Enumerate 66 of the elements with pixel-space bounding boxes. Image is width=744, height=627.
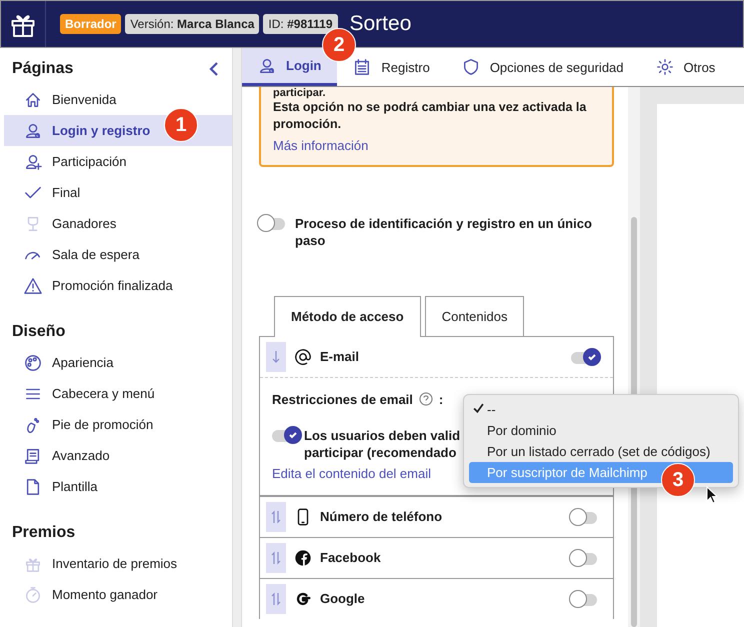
method-label: Número de teléfono xyxy=(320,509,444,524)
status-badge: Borrador xyxy=(60,14,122,34)
scroll-icon xyxy=(24,446,42,464)
warning-text: Esta opción no se podrá cambiar una vez activada la promoción. xyxy=(273,99,588,133)
stopwatch-icon xyxy=(24,586,42,604)
warning-text: participar. xyxy=(273,87,327,99)
check-icon xyxy=(587,352,597,362)
shield-icon xyxy=(462,58,480,76)
more-info-link[interactable]: Más información xyxy=(273,136,368,154)
sidebar-item[interactable]: Apariencia xyxy=(4,347,232,378)
down-arrow-icon xyxy=(271,350,281,364)
drag-handle[interactable] xyxy=(266,542,286,573)
sidebar-item[interactable]: Promoción finalizada xyxy=(4,270,232,301)
at-icon xyxy=(294,348,312,366)
scrollbar[interactable] xyxy=(232,48,242,627)
method-label: Facebook xyxy=(320,550,382,566)
facebook-icon xyxy=(294,548,312,567)
sidebar-item[interactable]: Ganadores xyxy=(4,208,232,239)
sidebar-item[interactable]: Inventario de premios xyxy=(4,548,232,579)
help-icon[interactable] xyxy=(418,392,433,406)
calendar-icon xyxy=(353,58,372,76)
section-title: Premios xyxy=(12,524,76,542)
sidebar-item[interactable]: Sala de espera xyxy=(4,239,232,270)
toggle-label: Los usuarios deben valid participar (recomendado xyxy=(304,426,460,462)
user-plus-icon xyxy=(24,152,42,170)
method-label: Google xyxy=(320,591,366,606)
field-label: Restricciones de email xyxy=(272,392,413,407)
id-badge: ID: #981119 xyxy=(263,14,338,34)
sidebar-item[interactable]: Plantilla xyxy=(4,471,232,502)
sort-arrows-icon xyxy=(271,592,281,606)
colon: : xyxy=(438,392,444,407)
sidebar-item[interactable]: Final xyxy=(4,177,232,208)
tab[interactable]: Contenidos xyxy=(424,296,524,336)
warning-icon xyxy=(24,276,42,294)
drag-handle[interactable] xyxy=(266,342,286,372)
method-label: E-mail xyxy=(320,349,360,364)
palette-icon xyxy=(24,354,42,372)
user-icon xyxy=(24,122,42,140)
sort-arrows-icon xyxy=(271,550,281,565)
sidebar-item[interactable]: Pie de promoción xyxy=(4,409,232,440)
menu-item[interactable]: -- xyxy=(469,399,733,420)
house-icon xyxy=(24,90,42,108)
sidebar-item[interactable]: Participación xyxy=(4,146,232,177)
version-badge: Versión: Marca Blanca xyxy=(125,14,260,34)
section-title: Diseño xyxy=(12,323,66,341)
section-title: Páginas xyxy=(12,60,74,78)
sort-arrows-icon xyxy=(271,510,281,524)
tab[interactable]: Método de acceso xyxy=(274,296,421,337)
tab[interactable]: Opciones de seguridad xyxy=(446,48,640,86)
mouse-cursor-icon xyxy=(706,486,718,504)
gear-icon xyxy=(656,58,674,76)
sidebar-item[interactable]: Avanzado xyxy=(4,440,232,471)
sidebar-item[interactable]: Momento ganador xyxy=(4,579,232,610)
menu-item[interactable]: Por un listado cerrado (set de códigos) xyxy=(469,441,733,462)
drag-handle[interactable] xyxy=(266,584,286,614)
check-icon xyxy=(288,430,298,440)
menu-item[interactable]: Por dominio xyxy=(469,420,733,441)
drag-handle[interactable] xyxy=(266,502,286,532)
check-icon xyxy=(473,402,484,414)
sidebar-item[interactable]: Cabecera y menú xyxy=(4,378,232,409)
document-icon xyxy=(24,478,42,496)
collapse-chevron-icon[interactable] xyxy=(208,61,220,77)
tab[interactable]: Otros xyxy=(640,48,732,86)
user-icon xyxy=(258,56,276,74)
toggle-label: Proceso de identificación y registro en un único paso xyxy=(295,214,593,250)
edit-email-link[interactable]: Edita el contenido del email xyxy=(272,466,431,481)
